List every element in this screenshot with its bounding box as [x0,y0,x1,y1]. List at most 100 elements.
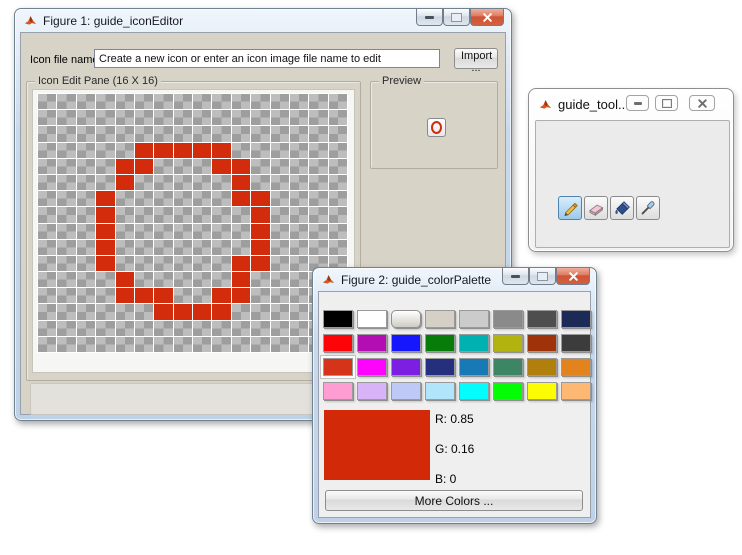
pixel-cell[interactable] [270,191,289,207]
tool-button-eyedropper[interactable] [636,196,660,220]
pixel-cell[interactable] [289,158,309,174]
close-button[interactable] [689,95,715,111]
color-swatch[interactable] [561,358,591,376]
pixel-cell[interactable] [173,336,192,352]
pixel-cell[interactable] [251,191,270,207]
pixel-cell[interactable] [154,304,173,320]
pixel-cell[interactable] [270,239,289,255]
pixel-cell[interactable] [173,174,192,191]
pixel-cell[interactable] [289,110,309,126]
pixel-cell[interactable] [76,272,96,288]
pixel-cell[interactable] [38,336,57,352]
pixel-cell[interactable] [38,239,57,255]
icon-pixel-grid[interactable] [37,93,348,353]
color-swatch[interactable] [459,334,489,352]
pixel-cell[interactable] [328,142,347,158]
pixel-cell[interactable] [289,142,309,158]
pixel-cell[interactable] [212,255,231,272]
pixel-cell[interactable] [154,207,173,223]
pixel-cell[interactable] [193,255,212,272]
pixel-cell[interactable] [96,158,115,174]
pixel-cell[interactable] [173,239,192,255]
pixel-cell[interactable] [270,320,289,336]
color-swatch[interactable] [425,358,455,376]
pixel-cell[interactable] [115,110,134,126]
pixel-cell[interactable] [38,94,57,110]
pixel-cell[interactable] [212,239,231,255]
pixel-cell[interactable] [328,223,347,239]
pixel-cell[interactable] [212,158,231,174]
pixel-cell[interactable] [76,304,96,320]
pixel-cell[interactable] [309,207,328,223]
pixel-cell[interactable] [231,174,251,191]
pixel-cell[interactable] [38,174,57,191]
pixel-cell[interactable] [231,288,251,304]
pixel-cell[interactable] [38,320,57,336]
pixel-cell[interactable] [96,272,115,288]
pixel-cell[interactable] [96,207,115,223]
pixel-cell[interactable] [328,174,347,191]
pixel-cell[interactable] [309,158,328,174]
pixel-cell[interactable] [289,288,309,304]
color-swatch[interactable] [391,310,421,328]
pixel-cell[interactable] [289,336,309,352]
pixel-cell[interactable] [193,174,212,191]
pixel-cell[interactable] [115,272,134,288]
pixel-cell[interactable] [115,191,134,207]
pixel-cell[interactable] [134,239,154,255]
pixel-cell[interactable] [154,320,173,336]
pixel-cell[interactable] [38,288,57,304]
color-swatch[interactable] [561,382,591,400]
pixel-cell[interactable] [212,174,231,191]
pixel-cell[interactable] [309,174,328,191]
pixel-cell[interactable] [193,223,212,239]
pixel-cell[interactable] [38,110,57,126]
color-swatch[interactable] [391,334,421,352]
pixel-cell[interactable] [251,94,270,110]
pixel-cell[interactable] [57,223,76,239]
pixel-cell[interactable] [309,126,328,142]
pixel-cell[interactable] [134,223,154,239]
pixel-cell[interactable] [270,126,289,142]
pixel-cell[interactable] [57,288,76,304]
pixel-cell[interactable] [173,191,192,207]
tool-button-paint-bucket[interactable] [610,196,634,220]
color-swatch[interactable] [323,310,353,328]
color-swatch[interactable] [561,334,591,352]
pixel-cell[interactable] [212,304,231,320]
pixel-cell[interactable] [76,223,96,239]
pixel-cell[interactable] [231,239,251,255]
pixel-cell[interactable] [76,320,96,336]
pixel-cell[interactable] [76,207,96,223]
pixel-cell[interactable] [134,94,154,110]
pixel-cell[interactable] [231,272,251,288]
pixel-cell[interactable] [212,191,231,207]
color-swatch[interactable] [493,358,523,376]
pixel-cell[interactable] [96,126,115,142]
color-swatch[interactable] [527,334,557,352]
pixel-cell[interactable] [57,336,76,352]
pixel-cell[interactable] [154,288,173,304]
more-colors-button[interactable]: More Colors ... [325,490,583,511]
pixel-cell[interactable] [173,288,192,304]
pixel-cell[interactable] [309,191,328,207]
pixel-cell[interactable] [231,304,251,320]
pixel-cell[interactable] [96,142,115,158]
pixel-cell[interactable] [154,174,173,191]
maximize-button[interactable] [529,268,556,285]
pixel-cell[interactable] [134,110,154,126]
pixel-cell[interactable] [134,174,154,191]
color-swatch[interactable] [323,334,353,352]
pixel-cell[interactable] [76,239,96,255]
pixel-cell[interactable] [251,255,270,272]
pixel-cell[interactable] [57,126,76,142]
color-swatch[interactable] [527,358,557,376]
pixel-cell[interactable] [212,142,231,158]
color-swatch[interactable] [357,310,387,328]
pixel-cell[interactable] [173,320,192,336]
pixel-cell[interactable] [289,223,309,239]
color-swatch[interactable] [493,310,523,328]
pixel-cell[interactable] [212,272,231,288]
close-button[interactable] [470,9,504,26]
pixel-cell[interactable] [251,336,270,352]
